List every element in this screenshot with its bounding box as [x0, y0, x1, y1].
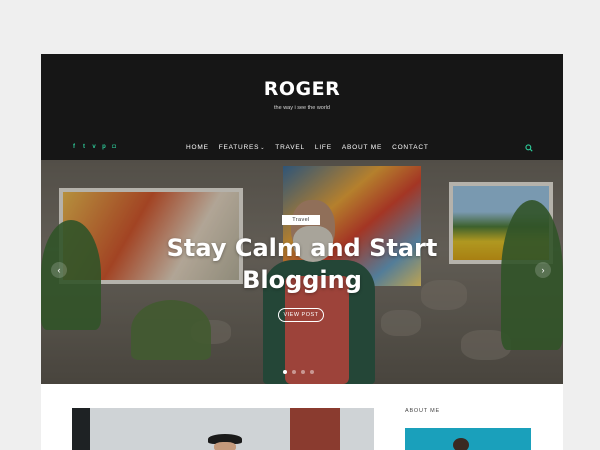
- about-me-photo-subject: [453, 438, 469, 450]
- chevron-left-icon: ‹: [57, 265, 61, 275]
- category-badge[interactable]: Travel: [282, 215, 320, 225]
- nav-item-about-me[interactable]: ABOUT ME: [342, 144, 382, 152]
- slider-dot-4[interactable]: [310, 370, 314, 374]
- image-building: [72, 408, 90, 450]
- nav-item-contact[interactable]: CONTACT: [392, 144, 429, 152]
- pinterest-icon[interactable]: p: [101, 144, 107, 151]
- chevron-right-icon: ›: [541, 265, 545, 275]
- slider-next-button[interactable]: ›: [535, 262, 551, 278]
- nav-item-travel[interactable]: TRAVEL: [275, 144, 305, 152]
- site-header: ROGER the way i see the world f t v p ◘ …: [41, 54, 563, 160]
- slider-dots: [283, 370, 314, 374]
- nav-item-features-label: FEATURES: [218, 144, 260, 151]
- main-nav: HOME FEATURES⌄ TRAVEL LIFE ABOUT ME CONT…: [186, 144, 439, 152]
- site-title[interactable]: ROGER: [41, 78, 563, 100]
- nav-item-life[interactable]: LIFE: [315, 144, 332, 152]
- view-post-button[interactable]: VIEW POST: [278, 308, 324, 322]
- search-icon[interactable]: [525, 144, 533, 152]
- nav-item-features[interactable]: FEATURES⌄: [219, 144, 266, 152]
- facebook-icon[interactable]: f: [71, 144, 77, 151]
- social-links: f t v p ◘: [71, 144, 117, 151]
- slider-prev-button[interactable]: ‹: [51, 262, 67, 278]
- site-tagline: the way i see the world: [274, 105, 330, 111]
- hero-slider: Travel Stay Calm and Start Blogging VIEW…: [41, 160, 563, 384]
- hero-title[interactable]: Stay Calm and Start Blogging: [151, 232, 453, 296]
- instagram-icon[interactable]: ◘: [111, 144, 117, 151]
- slider-dot-2[interactable]: [292, 370, 296, 374]
- about-me-heading: ABOUT ME: [405, 408, 441, 414]
- vimeo-icon[interactable]: v: [91, 144, 97, 151]
- nav-item-home[interactable]: HOME: [186, 144, 209, 152]
- slider-dot-1[interactable]: [283, 370, 287, 374]
- image-brick-wall: [290, 408, 340, 450]
- image-face: [214, 442, 236, 450]
- page-frame: ROGER the way i see the world f t v p ◘ …: [41, 54, 563, 450]
- featured-post-image[interactable]: [72, 408, 374, 450]
- slider-dot-3[interactable]: [301, 370, 305, 374]
- chevron-down-icon: ⌄: [260, 145, 266, 151]
- about-me-photo: [405, 428, 531, 450]
- twitter-icon[interactable]: t: [81, 144, 87, 151]
